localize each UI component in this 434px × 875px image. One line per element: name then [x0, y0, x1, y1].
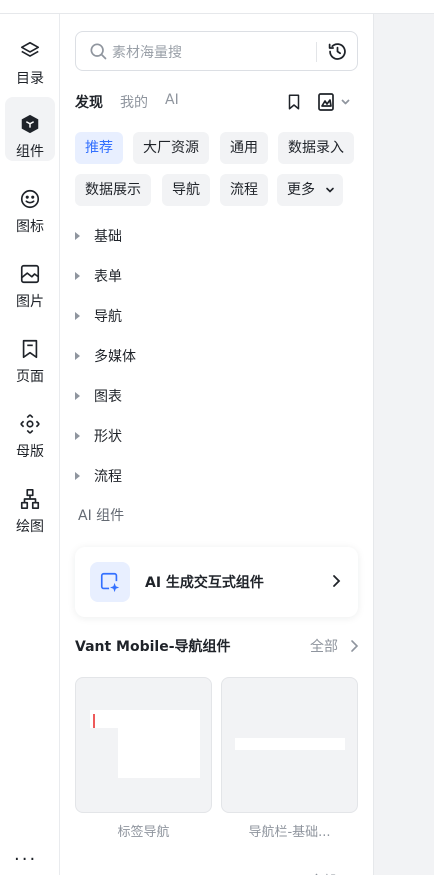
bookmark-icon[interactable]: [285, 92, 303, 112]
tree-item-navigation[interactable]: 导航: [75, 305, 122, 327]
component-panel: 素材海量搜 发现 我的 AI 推荐 大厂资源 通用 数据录入 数据展示 导航 流…: [61, 14, 372, 875]
caret-right-icon: [75, 272, 80, 280]
history-icon[interactable]: [327, 41, 348, 62]
rail-label: 组件: [16, 144, 44, 160]
tree-item-shapes[interactable]: 形状: [75, 425, 122, 447]
vant-section-title: Vant Mobile-导航组件: [75, 639, 231, 655]
tree-item-label: 表单: [94, 269, 122, 285]
image-icon: [20, 264, 40, 284]
next-section-see-all-link[interactable]: 全部: [310, 870, 336, 875]
ai-generate-card[interactable]: AI 生成交互式组件: [75, 547, 358, 617]
vant-see-all-link[interactable]: 全部: [310, 636, 338, 656]
search-divider: [316, 42, 317, 62]
caret-right-icon: [75, 312, 80, 320]
window-top-bar: [0, 0, 434, 14]
thumb-caption: 导航栏-基础...: [248, 825, 331, 840]
tree-item-label: 基础: [94, 229, 122, 245]
page-bookmark-icon: [22, 339, 38, 359]
search-box[interactable]: 素材海量搜: [75, 31, 358, 71]
tab-navigation-preview: [90, 710, 200, 778]
search-input[interactable]: 素材海量搜: [112, 42, 182, 62]
next-section-title: ...: [163, 870, 175, 875]
thumb-tab-navigation[interactable]: [75, 677, 212, 813]
rail-label: 图片: [16, 294, 44, 310]
caret-right-icon: [75, 392, 80, 400]
caret-right-icon: [75, 352, 80, 360]
rail-label: 页面: [16, 369, 44, 385]
chip-flow[interactable]: 流程: [220, 174, 268, 206]
caret-right-icon: [75, 432, 80, 440]
rail-label: 图标: [16, 219, 44, 235]
chip-data-entry[interactable]: 数据录入: [278, 132, 354, 164]
rail-item-icons[interactable]: 图标: [5, 172, 55, 236]
rail-item-images[interactable]: 图片: [5, 247, 55, 311]
chip-more-label: 更多: [287, 182, 315, 198]
tab-discover[interactable]: 发现: [75, 92, 103, 112]
tree-item-label: 导航: [94, 309, 122, 325]
rail-label: 绘图: [16, 519, 44, 535]
chevron-down-icon: [326, 187, 334, 193]
chip-general[interactable]: 通用: [220, 132, 268, 164]
smile-icon: [20, 189, 40, 209]
navbar-preview: [235, 738, 345, 750]
image-dropdown-icon[interactable]: [317, 92, 355, 112]
tree-item-form[interactable]: 表单: [75, 265, 122, 287]
ai-sparkle-icon: [90, 562, 130, 602]
ai-section-label: AI 组件: [78, 508, 125, 524]
rail-label: 目录: [16, 71, 44, 87]
caret-right-icon: [75, 232, 80, 240]
master-diamond-icon: [20, 414, 40, 434]
chip-recommended[interactable]: 推荐: [75, 132, 123, 164]
chevron-right-icon: [333, 575, 341, 587]
tree-item-label: 图表: [94, 389, 122, 405]
rail-item-catalog[interactable]: 目录: [5, 24, 55, 88]
tree-item-charts[interactable]: 图表: [75, 385, 122, 407]
tab-ai[interactable]: AI: [165, 92, 179, 108]
chip-more[interactable]: 更多: [277, 174, 343, 206]
tab-mine[interactable]: 我的: [120, 92, 148, 112]
chevron-right-icon[interactable]: [349, 639, 359, 653]
tree-item-multimedia[interactable]: 多媒体: [75, 345, 136, 367]
ai-card-title: AI 生成交互式组件: [145, 575, 264, 591]
search-icon: [90, 43, 107, 60]
rail-item-pages[interactable]: 页面: [5, 322, 55, 386]
rail-item-drawing[interactable]: 绘图: [5, 472, 55, 536]
tree-item-flow[interactable]: 流程: [75, 465, 122, 487]
next-section-header: ... 全部: [61, 870, 372, 875]
rail-item-components[interactable]: 组件: [5, 97, 55, 161]
rail-item-master[interactable]: 母版: [5, 397, 55, 461]
left-nav-rail: 目录 组件 图标 图片 页面 母版 绘图 ...: [0, 14, 60, 875]
thumb-navbar-basic[interactable]: [221, 677, 358, 813]
layers-icon: [20, 41, 40, 57]
tree-item-label: 多媒体: [94, 349, 136, 365]
drawing-nodes-icon: [20, 489, 40, 509]
rail-label: 母版: [16, 444, 44, 460]
chip-big-company[interactable]: 大厂资源: [133, 132, 209, 164]
chip-data-display[interactable]: 数据展示: [75, 174, 151, 206]
component-cube-icon: [21, 114, 39, 134]
more-menu-button[interactable]: ...: [14, 844, 37, 865]
tree-item-label: 形状: [94, 429, 122, 445]
tree-item-label: 流程: [94, 469, 122, 485]
chip-navigation[interactable]: 导航: [162, 174, 210, 206]
canvas-area[interactable]: [373, 14, 434, 875]
tree-item-basic[interactable]: 基础: [75, 225, 122, 247]
thumb-caption: 标签导航: [117, 825, 170, 840]
caret-right-icon: [75, 472, 80, 480]
